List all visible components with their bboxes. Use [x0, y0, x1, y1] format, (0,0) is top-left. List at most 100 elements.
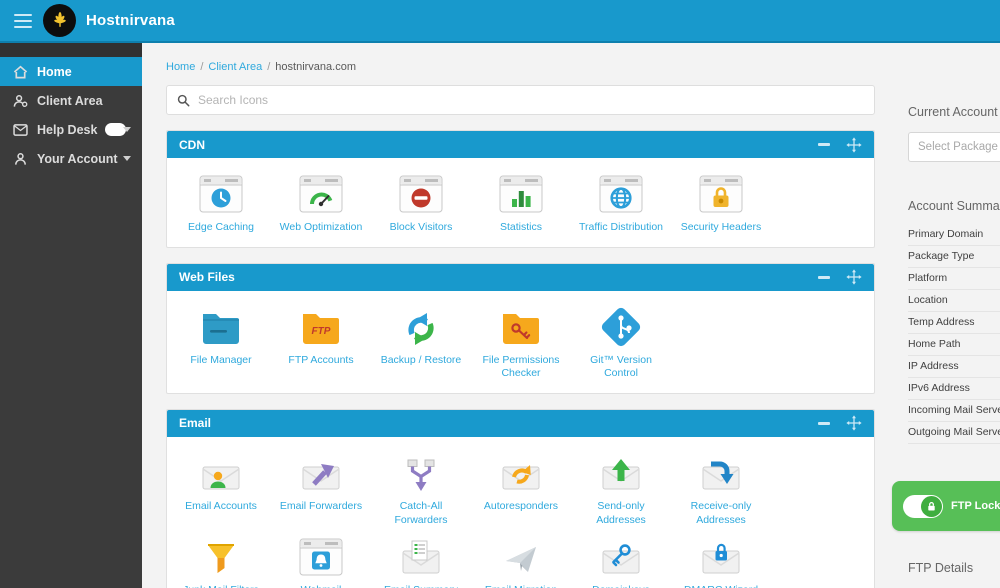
app-item-statistics[interactable]: Statistics — [471, 172, 571, 235]
app-title: Hostnirvana — [86, 12, 175, 29]
move-icon[interactable] — [846, 137, 862, 153]
collapse-icon[interactable] — [818, 143, 830, 146]
app-item-email-migration[interactable]: Email Migration — [471, 535, 571, 588]
app-label[interactable]: Email Forwarders — [280, 500, 362, 514]
webmail-icon — [297, 535, 345, 579]
app-label[interactable]: Webmail — [301, 584, 342, 588]
app-label[interactable]: Receive-only Addresses — [676, 500, 766, 527]
app-item-email-forwarders[interactable]: Email Forwarders — [271, 451, 371, 527]
app-label[interactable]: Junk Mail Filters — [183, 584, 259, 588]
app-item-traffic-distribution[interactable]: Traffic Distribution — [571, 172, 671, 235]
svg-text:FTP: FTP — [312, 326, 331, 337]
app-item-backup-restore[interactable]: Backup / Restore — [371, 305, 471, 381]
breadcrumb-link[interactable]: Home — [166, 61, 195, 73]
git-version-control-icon — [597, 305, 645, 349]
section-title: Web Files — [179, 270, 818, 284]
search-input[interactable] — [198, 93, 864, 107]
app-item-web-optimization[interactable]: Web Optimization — [271, 172, 371, 235]
sidebar-nav: Home Client Area Help Desk Your Account — [0, 57, 142, 173]
section-title: CDN — [179, 138, 818, 152]
collapse-icon[interactable] — [818, 422, 830, 425]
app-item-security-headers[interactable]: Security Headers — [671, 172, 771, 235]
app-item-file-permissions-checker[interactable]: File Permissions Checker — [471, 305, 571, 381]
summary-row: Outgoing Mail Server — [908, 422, 1000, 444]
sidebar-item-client-area[interactable]: Client Area — [0, 86, 142, 115]
app-label[interactable]: Domainkeys (DKIM) — [576, 584, 666, 588]
app-item-email-summary[interactable]: Email Summary — [371, 535, 471, 588]
summary-row: Primary Domain — [908, 224, 1000, 246]
edge-caching-icon — [197, 172, 245, 216]
hamburger-menu-icon[interactable] — [14, 14, 32, 28]
sidebar-item-label: Your Account — [37, 152, 118, 166]
app-item-email-accounts[interactable]: Email Accounts — [171, 451, 271, 527]
collapse-icon[interactable] — [818, 276, 830, 279]
app-label[interactable]: Send-only Addresses — [576, 500, 666, 527]
send-only-addresses-icon — [597, 451, 645, 495]
ftp-toggle-label: FTP Locked — [951, 500, 1000, 512]
app-item-edge-caching[interactable]: Edge Caching — [171, 172, 271, 235]
sidebar-item-label: Home — [37, 65, 72, 79]
app-label[interactable]: Email Summary — [384, 584, 458, 588]
app-label[interactable]: Block Visitors — [390, 221, 453, 235]
section-web-files: Web Files File Manager FTP FTP Accounts Back… — [166, 263, 875, 394]
traffic-distribution-icon — [597, 172, 645, 216]
leaf-logo-icon — [48, 9, 72, 33]
move-icon[interactable] — [846, 415, 862, 431]
app-label[interactable]: Email Migration — [485, 584, 557, 588]
app-label[interactable]: Statistics — [500, 221, 542, 235]
app-item-git-version-control[interactable]: Git™ Version Control — [571, 305, 671, 381]
app-item-ftp-accounts[interactable]: FTP FTP Accounts — [271, 305, 371, 381]
app-item-block-visitors[interactable]: Block Visitors — [371, 172, 471, 235]
home-icon — [12, 64, 28, 80]
app-item-file-manager[interactable]: File Manager — [171, 305, 271, 381]
app-label[interactable]: Catch-All Forwarders — [376, 500, 466, 527]
package-select[interactable]: Select Package — [908, 132, 1000, 162]
app-label[interactable]: Traffic Distribution — [579, 221, 663, 235]
summary-row: Home Path — [908, 334, 1000, 356]
security-headers-icon — [697, 172, 745, 216]
main-content: Home/Client Area/hostnirvana.com CDN Edge… — [166, 43, 875, 588]
app-label[interactable]: Email Accounts — [185, 500, 257, 514]
brand-logo — [43, 4, 76, 37]
ftp-toggle-track[interactable] — [903, 495, 943, 518]
section-cdn: CDN Edge Caching Web Optimization Block Vis… — [166, 130, 875, 248]
app-item-webmail[interactable]: Webmail — [271, 535, 371, 588]
sidebar-item-help-desk[interactable]: Help Desk — [0, 115, 142, 144]
app-item-send-only-addresses[interactable]: Send-only Addresses — [571, 451, 671, 527]
breadcrumb-link[interactable]: Client Area — [208, 61, 262, 73]
app-label[interactable]: File Manager — [190, 354, 251, 368]
package-select-placeholder: Select Package — [918, 141, 998, 153]
page: Hostnirvana Home Client Area Help Desk Your… — [0, 0, 1000, 588]
app-item-catch-all-forwarders[interactable]: Catch-All Forwarders — [371, 451, 471, 527]
ftp-lock-toggle-button[interactable]: FTP Locked — [892, 481, 1000, 531]
email-migration-icon — [497, 535, 545, 579]
app-label[interactable]: Backup / Restore — [381, 354, 462, 368]
app-label[interactable]: DMARC Wizard — [684, 584, 758, 588]
app-label[interactable]: FTP Accounts — [288, 354, 353, 368]
section-body: Email Accounts Email Forwarders Catch-All … — [167, 437, 874, 588]
app-item-domainkeys-dkim[interactable]: Domainkeys (DKIM) — [571, 535, 671, 588]
right-panel: Current Account Select Package Account S… — [885, 43, 1000, 588]
search-bar — [166, 85, 875, 115]
app-item-autoresponders[interactable]: Autoresponders — [471, 451, 571, 527]
breadcrumb: Home/Client Area/hostnirvana.com — [166, 61, 875, 73]
sidebar-item-label: Help Desk — [37, 123, 97, 137]
sidebar-item-home[interactable]: Home — [0, 57, 142, 86]
sidebar-item-your-account[interactable]: Your Account — [0, 144, 142, 173]
move-icon[interactable] — [846, 269, 862, 285]
app-label[interactable]: File Permissions Checker — [476, 354, 566, 381]
app-label[interactable]: Edge Caching — [188, 221, 254, 235]
app-item-receive-only-addresses[interactable]: Receive-only Addresses — [671, 451, 771, 527]
app-label[interactable]: Autoresponders — [484, 500, 558, 514]
account-summary-list: Primary DomainPackage TypePlatformLocati… — [908, 224, 1000, 444]
catch-all-forwarders-icon — [397, 451, 445, 495]
web-optimization-icon — [297, 172, 345, 216]
app-label[interactable]: Web Optimization — [280, 221, 363, 235]
section-title: Email — [179, 416, 818, 430]
app-label[interactable]: Security Headers — [681, 221, 762, 235]
app-label[interactable]: Git™ Version Control — [576, 354, 666, 381]
app-item-dmarc-wizard[interactable]: DMARC Wizard — [671, 535, 771, 588]
receive-only-addresses-icon — [697, 451, 745, 495]
summary-row: Incoming Mail Server — [908, 400, 1000, 422]
app-item-junk-mail-filters[interactable]: Junk Mail Filters — [171, 535, 271, 588]
